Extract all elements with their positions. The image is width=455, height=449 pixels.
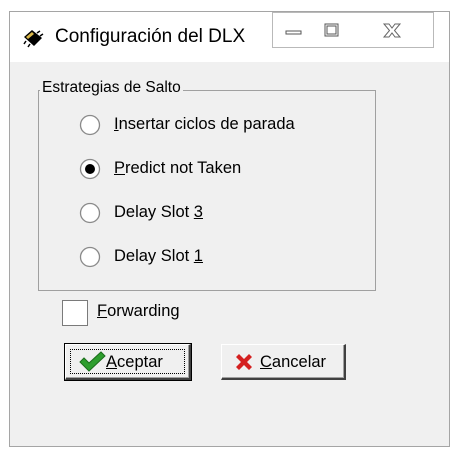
minimize-button[interactable] [272,12,313,48]
dialog-window: Configuración del DLX Insertar ciclos de… [9,11,450,447]
dialog-body: Insertar ciclos de parada Predict not Ta… [10,62,449,446]
radio-button[interactable] [79,114,101,136]
forwarding-label[interactable]: Forwarding [97,302,180,321]
forwarding-checkbox[interactable] [62,300,88,326]
branch-strategy-group: Insertar ciclos de parada Predict not Ta… [38,90,376,291]
maximize-icon [324,23,339,37]
radio-button-selected[interactable] [79,158,101,180]
close-button[interactable] [350,12,434,48]
red-x-icon [236,354,252,370]
chip-icon [23,30,44,48]
radio-button[interactable] [79,246,101,268]
accept-button[interactable]: Aceptar [64,343,192,381]
checkmark-icon [79,351,106,372]
close-icon [382,23,402,38]
title-bar[interactable]: Configuración del DLX [10,12,449,62]
window-title: Configuración del DLX [55,26,246,47]
radio-button[interactable] [79,202,101,224]
cancel-button[interactable]: Cancelar [221,344,346,380]
group-legend: Estrategias de Salto [40,79,183,97]
minimize-icon [285,30,302,35]
maximize-button[interactable] [312,12,351,48]
